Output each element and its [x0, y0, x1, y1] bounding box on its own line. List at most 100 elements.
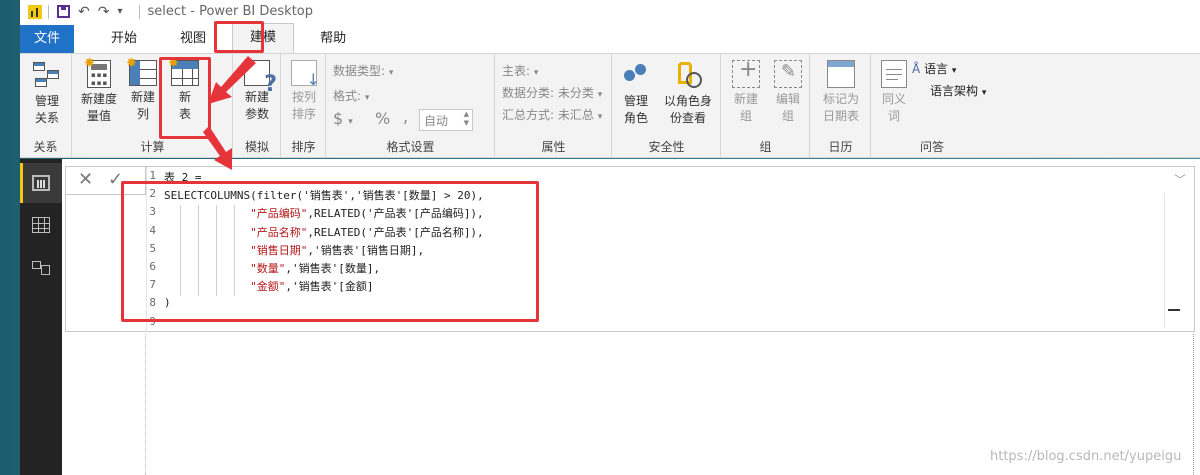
chevron-down-icon: ▾: [388, 68, 394, 78]
group-whatif: 新建 参数 模拟: [234, 54, 281, 157]
data-type-dropdown[interactable]: 数据类型: ▾: [333, 62, 393, 79]
data-view-button[interactable]: [20, 205, 62, 245]
chevron-down-icon: ▾: [348, 117, 353, 127]
title-bar: ↶ ↷ ▾ select - Power BI Desktop: [20, 0, 1200, 23]
expand-formula-bar-icon[interactable]: ﹀: [1174, 171, 1186, 188]
sort-by-column-icon: [291, 60, 320, 88]
group-security: 管理 角色 以角色身 份查看 安全性: [613, 54, 721, 157]
model-view-icon: [32, 259, 50, 275]
new-group-button[interactable]: 新建 组: [728, 60, 764, 125]
new-group-icon: [732, 60, 760, 88]
home-table-label: 主表:: [502, 64, 531, 78]
view-as-roles-icon: [672, 60, 704, 90]
percent-format-button[interactable]: %: [375, 109, 390, 128]
report-view-button[interactable]: [20, 163, 62, 203]
chevron-down-icon: ▾: [533, 68, 539, 78]
mark-as-date-table-label: 标记为 日期表: [822, 92, 859, 123]
data-view-icon: [32, 217, 50, 233]
currency-symbol: $: [333, 109, 344, 128]
collapse-icon[interactable]: [1168, 309, 1180, 311]
edit-groups-label: 编辑 组: [775, 92, 800, 123]
sort-by-column-button[interactable]: 按列 排序: [286, 60, 322, 123]
view-as-roles-label: 以角色身 份查看: [663, 94, 712, 125]
new-column-button[interactable]: ✸ 新建 列: [125, 56, 161, 123]
format-label: 格式:: [333, 89, 362, 103]
group-relationships: 管理 关系 关系: [20, 54, 72, 157]
cancel-formula-icon[interactable]: ✕: [78, 169, 93, 190]
sparkle-icon: ✸: [84, 56, 95, 71]
data-category-dropdown[interactable]: 数据分类: 未分类 ▾: [502, 84, 602, 101]
chevron-down-icon: ▾: [597, 112, 603, 122]
mark-as-date-table-button[interactable]: 标记为 日期表: [815, 60, 867, 125]
annotation-box-new-table: [159, 57, 211, 139]
group-label-whatif: 模拟: [244, 140, 269, 154]
manage-roles-label: 管理 角色: [623, 94, 648, 125]
sparkle-icon: ✸: [126, 56, 137, 71]
view-switcher: [20, 159, 62, 475]
sort-by-column-label: 按列 排序: [291, 90, 316, 121]
group-label-calculations: 计算: [140, 140, 165, 154]
group-label-sort: 排序: [291, 140, 316, 154]
home-table-dropdown[interactable]: 主表: ▾: [502, 62, 538, 79]
format-dropdown[interactable]: 格式: ▾: [333, 87, 369, 104]
new-measure-label: 新建度 量值: [80, 92, 117, 123]
new-group-label: 新建 组: [733, 92, 758, 123]
synonyms-button[interactable]: 同义 词: [876, 60, 912, 125]
redo-icon[interactable]: ↷: [98, 4, 110, 20]
divider: [48, 4, 49, 19]
new-measure-icon: ✸: [84, 56, 111, 88]
manage-roles-icon: [620, 60, 652, 90]
manage-roles-button[interactable]: 管理 角色: [617, 60, 655, 127]
comma-format-button[interactable]: ,: [403, 107, 408, 126]
relationships-icon: [31, 60, 63, 90]
decimal-places-value: 自动: [424, 114, 449, 128]
window-title: select - Power BI Desktop: [147, 4, 314, 19]
linguistic-schema-label: 语言架构: [930, 84, 979, 98]
group-sort: 按列 排序 排序: [282, 54, 326, 157]
stepper-arrows-icon: ▲ ▼: [463, 110, 469, 127]
group-label-calendars: 日历: [828, 140, 853, 154]
group-label-security: 安全性: [648, 140, 685, 154]
new-measure-button[interactable]: ✸ 新建度 量值: [77, 56, 121, 125]
report-view-icon: [32, 175, 50, 191]
language-label: 语言: [924, 62, 949, 76]
undo-icon[interactable]: ↶: [78, 4, 90, 20]
group-properties: 主表: ▾ 数据分类: 未分类 ▾ 汇总方式: 未汇总 ▾ 属性: [496, 54, 612, 157]
view-as-roles-button[interactable]: 以角色身 份查看: [659, 60, 717, 127]
decimal-places-stepper[interactable]: 自动 ▲ ▼: [419, 109, 473, 131]
synonyms-icon: [881, 60, 907, 88]
group-qa: 同义 词 Å 语言 ▾ 语言架构 ▾ 问答: [872, 54, 992, 157]
tab-file[interactable]: 文件: [20, 25, 75, 53]
manage-relationships-button[interactable]: 管理 关系: [28, 60, 66, 127]
menu-tab-bar: 文件 开始 视图 建模 帮助: [20, 23, 1200, 53]
group-label-qa: 问答: [919, 140, 944, 154]
currency-format-button[interactable]: $ ▾: [333, 109, 353, 128]
annotation-box-modeling-tab: [214, 21, 264, 53]
formula-scrollbar[interactable]: [1164, 193, 1194, 328]
powerbi-logo-icon: [28, 4, 42, 19]
summarization-label: 汇总方式: 未汇总: [502, 108, 594, 122]
tab-home[interactable]: 开始: [94, 25, 154, 53]
customize-toolbar-icon[interactable]: ▾: [117, 6, 122, 17]
chevron-down-icon: ▾: [597, 90, 603, 100]
chevron-down-icon: ▾: [981, 88, 987, 98]
chevron-down-icon: ▾: [364, 93, 370, 103]
group-label-properties: 属性: [541, 140, 566, 154]
language-dropdown[interactable]: Å 语言 ▾: [912, 60, 956, 77]
group-label-relationships: 关系: [33, 140, 58, 154]
mark-as-date-table-icon: [827, 60, 855, 88]
new-parameter-button[interactable]: 新建 参数: [238, 60, 277, 123]
model-view-button[interactable]: [20, 247, 62, 287]
synonyms-label: 同义 词: [881, 92, 906, 123]
data-type-label: 数据类型:: [333, 64, 386, 78]
save-icon[interactable]: [57, 5, 70, 18]
new-parameter-icon: [244, 60, 277, 93]
summarization-dropdown[interactable]: 汇总方式: 未汇总 ▾: [502, 106, 602, 123]
group-label-groups: 组: [759, 140, 772, 154]
new-column-icon: ✸: [126, 56, 157, 86]
linguistic-schema-dropdown[interactable]: 语言架构 ▾: [930, 82, 986, 99]
divider: [138, 4, 140, 19]
edit-groups-button[interactable]: 编辑 组: [770, 60, 806, 125]
data-category-label: 数据分类: 未分类: [502, 86, 594, 100]
tab-help[interactable]: 帮助: [303, 25, 363, 53]
